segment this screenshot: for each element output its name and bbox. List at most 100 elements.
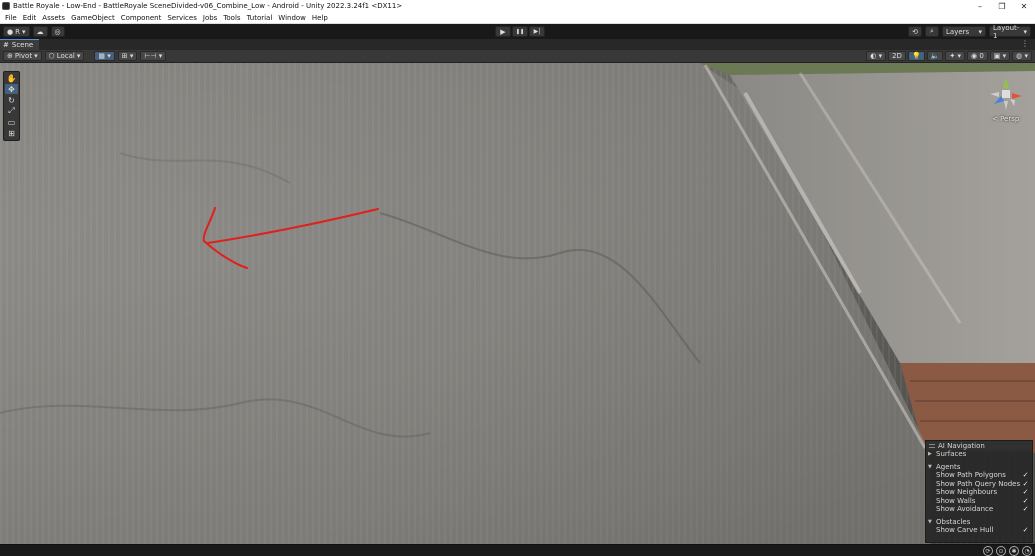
checkbox-show-avoidance[interactable]: ✓ [1022,506,1029,513]
menu-edit[interactable]: Edit [20,14,40,22]
effects-dropdown[interactable]: ✦ ▾ [945,51,965,61]
gizmos-dropdown[interactable]: ◍ ▾ [1012,51,1032,61]
scene-render [0,63,1035,544]
pivot-icon: ⊕ [7,52,13,60]
main-toolbar: ● R ▾ ☁ ◎ ▶ ❚❚ ▶| ⟲ ⌕ Layers ▾ Layout-1 … [0,24,1035,40]
progress-icon[interactable]: ⟳ [983,546,993,556]
undo-history-button[interactable]: ⟲ [908,26,922,37]
scale-icon: ⤢ [8,106,15,115]
menu-tutorial[interactable]: Tutorial [244,14,276,22]
option-show-avoidance[interactable]: Show Avoidance ✓ [926,505,1032,514]
local-space-icon: ⬡ [48,52,55,60]
obstacles-section[interactable]: ▼ Obstacles [926,518,1032,527]
grid-snap-toggle[interactable]: ▦ ▾ [94,51,115,61]
menu-jobs[interactable]: Jobs [200,14,220,22]
checkbox-show-neighbours[interactable]: ✓ [1022,489,1029,496]
toolbar-right-group: ⟲ ⌕ Layers ▾ Layout-1 ▾ [905,24,1031,40]
kebab-menu-icon[interactable]: ⋮ [1021,39,1029,48]
history-icon: ⟲ [912,27,918,36]
cloud-button[interactable]: ☁ [32,26,48,37]
option-show-walls[interactable]: Show Walls ✓ [926,497,1032,506]
incremental-snap-dropdown[interactable]: ⊢⊣ ▾ [140,51,167,61]
step-button[interactable]: ▶| [529,26,545,37]
rect-tool-button[interactable]: ▭ [5,117,18,127]
projection-label[interactable]: < Persp [992,115,1019,123]
chevron-right-icon: ▶ [928,451,932,458]
move-icon: ✥ [8,84,15,94]
menu-file[interactable]: File [2,14,20,22]
draw-mode-dropdown[interactable]: ◐ ▾ [866,51,887,61]
pivot-dropdown[interactable]: ⊕ Pivot ▾ [3,51,42,61]
pause-icon: ❚❚ [515,28,525,35]
account-label: R [15,27,20,36]
ai-navigation-title[interactable]: AI Navigation [926,441,1032,450]
lightbulb-icon: 💡 [911,52,921,60]
mode-2d-label: 2D [892,52,902,60]
play-button[interactable]: ▶ [495,26,511,37]
account-dropdown[interactable]: ● R ▾ [3,26,30,37]
notifications-icon[interactable]: ◔ [1022,546,1032,556]
layout-dropdown[interactable]: Layout-1 ▾ [989,24,1031,40]
account-icon: ● [7,27,14,36]
transform-tool-button[interactable]: ⊞ [5,128,18,138]
gizmo-y-axis[interactable] [1003,78,1009,88]
checkbox-show-carve-hull[interactable]: ✓ [1022,527,1029,534]
menu-services[interactable]: Services [164,14,200,22]
menu-gameobject[interactable]: GameObject [68,14,118,22]
drag-handle-icon[interactable] [929,444,935,448]
rotate-tool-button[interactable]: ↻ [5,95,18,105]
scale-tool-button[interactable]: ⤢ [5,106,18,116]
minimize-button[interactable]: – [969,2,991,11]
local-dropdown[interactable]: ⬡ Local ▾ [44,51,85,61]
cache-server-icon[interactable]: ⊙ [996,546,1006,556]
gizmo-x-axis[interactable] [1012,93,1022,99]
scene-viewport[interactable] [0,63,1035,544]
scene-grid-icon: # [3,41,9,49]
surfaces-section[interactable]: ▶ Surfaces [926,450,1032,459]
gizmo-neg-z-axis[interactable] [1010,99,1015,106]
option-show-path-polygons[interactable]: Show Path Polygons ✓ [926,471,1032,480]
local-label: Local [56,52,75,60]
snap-increment-dropdown[interactable]: ⊞ ▾ [117,51,138,61]
option-show-neighbours[interactable]: Show Neighbours ✓ [926,488,1032,497]
checkbox-show-path-polygons[interactable]: ✓ [1022,472,1029,479]
option-label: Show Path Query Nodes [936,479,1021,488]
camera-settings-dropdown[interactable]: ▣ ▾ [989,51,1011,61]
close-button[interactable]: ✕ [1013,2,1035,11]
status-bar: ⟳ ⊙ ✱ ◔ [0,544,1035,556]
menu-assets[interactable]: Assets [39,14,68,22]
chevron-down-icon: ▾ [34,52,38,60]
audio-toggle[interactable]: 🔈 [926,51,944,61]
move-tool-button[interactable]: ✥ [5,84,18,94]
orientation-gizmo[interactable] [986,74,1026,114]
agents-section[interactable]: ▼ Agents [926,463,1032,472]
tab-scene[interactable]: # Scene [0,39,40,50]
status-icons: ⟳ ⊙ ✱ ◔ [980,546,1032,556]
mode-2d-toggle[interactable]: 2D [888,51,906,61]
debug-mode-icon[interactable]: ✱ [1009,546,1019,556]
play-icon: ▶ [500,27,506,36]
lighting-toggle[interactable]: 💡 [907,51,925,61]
option-show-carve-hull[interactable]: Show Carve Hull ✓ [926,526,1032,535]
option-show-path-query-nodes[interactable]: Show Path Query Nodes ✓ [926,480,1032,489]
menu-help[interactable]: Help [309,14,331,22]
maximize-button[interactable]: ❐ [991,2,1013,11]
checkbox-show-path-query-nodes[interactable]: ✓ [1022,480,1029,488]
search-button[interactable]: ⌕ [925,26,939,37]
hand-tool-button[interactable]: ✋ [5,73,18,83]
shading-icon: ◐ ▾ [870,52,883,60]
option-label: Show Neighbours [936,488,998,497]
pause-button[interactable]: ❚❚ [512,26,528,37]
menu-tools[interactable]: Tools [220,14,243,22]
gizmo-neg-y-axis[interactable] [1004,101,1008,110]
gizmo-neg-x-axis[interactable] [990,92,999,97]
menu-component[interactable]: Component [118,14,165,22]
hidden-objects-toggle[interactable]: ◉ 0 [966,51,988,61]
cloud-icon: ☁ [36,27,44,36]
gizmo-center[interactable] [1002,90,1010,98]
checkbox-show-walls[interactable]: ✓ [1022,497,1029,505]
collab-button[interactable]: ◎ [50,26,65,37]
tools-palette: ✋ ✥ ↻ ⤢ ▭ ⊞ [3,71,20,141]
menu-window[interactable]: Window [275,14,309,22]
layers-dropdown[interactable]: Layers ▾ [942,26,986,37]
